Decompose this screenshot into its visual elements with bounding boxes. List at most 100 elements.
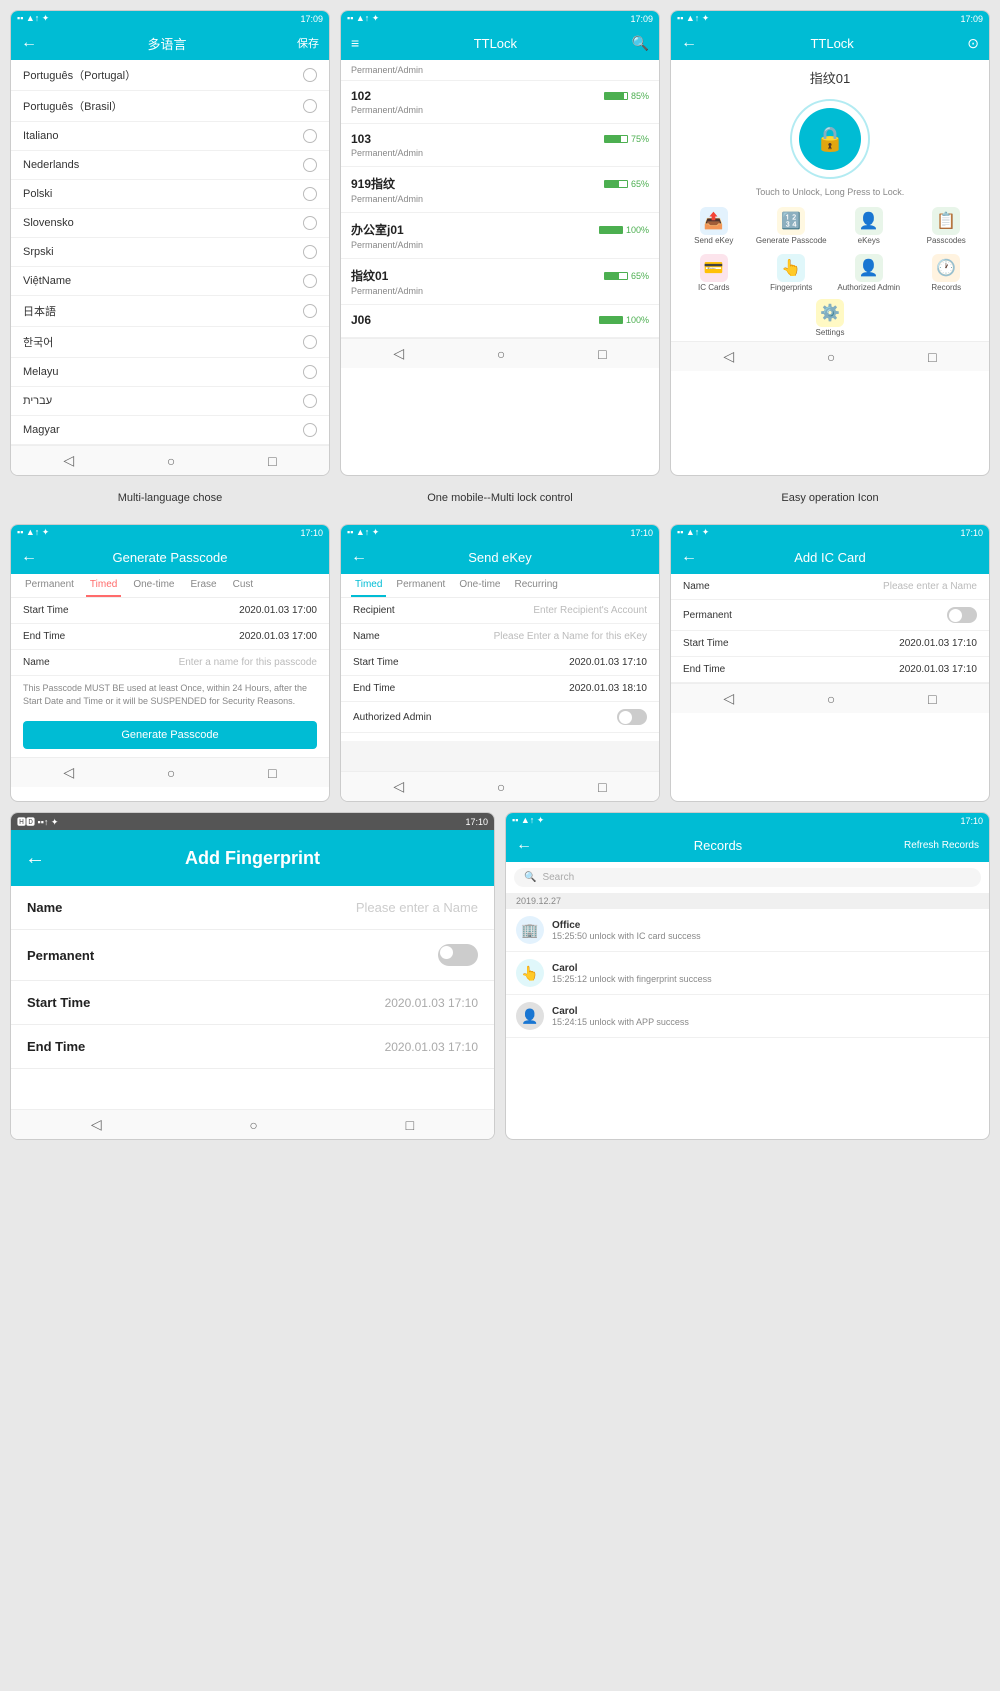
- record-item-office[interactable]: 🏢 Office 15:25:50 unlock with IC card su…: [506, 909, 989, 952]
- home-nav-icon[interactable]: ○: [167, 453, 175, 469]
- ic-permanent-toggle[interactable]: [947, 607, 977, 623]
- fp-start-time-row: Start Time 2020.01.03 17:10: [11, 981, 494, 1025]
- authorized-admin-button[interactable]: 👤 Authorized Admin: [832, 254, 906, 293]
- back-nav-icon[interactable]: ◁: [393, 345, 404, 362]
- home-nav-icon[interactable]: ○: [827, 691, 835, 707]
- list-item[interactable]: 日本語: [11, 296, 329, 327]
- tab-cust[interactable]: Cust: [229, 574, 258, 597]
- lock-circle-container[interactable]: 🔒: [671, 91, 989, 187]
- radio-button[interactable]: [303, 99, 317, 113]
- lock-icon[interactable]: 🔒: [799, 108, 861, 170]
- back-icon[interactable]: ←: [681, 548, 697, 566]
- fp-permanent-toggle[interactable]: [438, 944, 478, 966]
- tab-onetime[interactable]: One-time: [129, 574, 178, 597]
- tab-permanent[interactable]: Permanent: [21, 574, 78, 597]
- recent-nav-icon[interactable]: □: [268, 765, 276, 781]
- back-nav-icon[interactable]: ◁: [723, 348, 734, 365]
- list-item[interactable]: 한국어: [11, 327, 329, 358]
- list-item[interactable]: Português（Portugal）: [11, 60, 329, 91]
- back-icon[interactable]: ←: [25, 847, 45, 870]
- settings-icon[interactable]: ⊙: [967, 35, 979, 52]
- back-nav-icon[interactable]: ◁: [63, 452, 74, 469]
- list-item[interactable]: 指纹01 65% Permanent/Admin: [341, 259, 659, 305]
- send-ekey-button[interactable]: 📤 Send eKey: [677, 207, 751, 246]
- list-item[interactable]: 办公室j01 100% Permanent/Admin: [341, 213, 659, 259]
- list-item[interactable]: Srpski: [11, 238, 329, 267]
- list-item[interactable]: Nederlands: [11, 151, 329, 180]
- tab-timed[interactable]: Timed: [351, 574, 386, 597]
- radio-button[interactable]: [303, 274, 317, 288]
- recent-nav-icon[interactable]: □: [928, 691, 936, 707]
- recent-nav-icon[interactable]: □: [268, 453, 276, 469]
- radio-button[interactable]: [303, 335, 317, 349]
- back-nav-icon[interactable]: ◁: [723, 690, 734, 707]
- list-item[interactable]: ViệtName: [11, 267, 329, 296]
- radio-button[interactable]: [303, 365, 317, 379]
- tab-timed[interactable]: Timed: [86, 574, 121, 597]
- save-button[interactable]: 保存: [297, 35, 319, 51]
- tab-onetime[interactable]: One-time: [455, 574, 504, 597]
- recent-nav-icon[interactable]: □: [406, 1117, 414, 1133]
- record-item-carol-fp[interactable]: 👆 Carol 15:25:12 unlock with fingerprint…: [506, 952, 989, 995]
- tab-recurring[interactable]: Recurring: [510, 574, 561, 597]
- list-item[interactable]: 919指纹 65% Permanent/Admin: [341, 167, 659, 213]
- nav-bar-3: ◁ ○ □: [671, 341, 989, 371]
- list-item[interactable]: Magyar: [11, 416, 329, 445]
- back-nav-icon[interactable]: ◁: [91, 1116, 102, 1133]
- list-item[interactable]: Italiano: [11, 122, 329, 151]
- list-item[interactable]: עברית: [11, 387, 329, 416]
- passcodes-icon: 📋: [932, 207, 960, 235]
- record-item-carol-app[interactable]: 👤 Carol 15:24:15 unlock with APP success: [506, 995, 989, 1038]
- home-nav-icon[interactable]: ○: [167, 765, 175, 781]
- ekeys-button[interactable]: 👤 eKeys: [832, 207, 906, 246]
- generate-passcode-button[interactable]: 🔢 Generate Passcode: [755, 207, 829, 246]
- passcodes-button[interactable]: 📋 Passcodes: [910, 207, 984, 246]
- radio-button[interactable]: [303, 187, 317, 201]
- generate-passcode-button[interactable]: Generate Passcode: [23, 721, 317, 749]
- recent-nav-icon[interactable]: □: [928, 349, 936, 365]
- back-icon[interactable]: ←: [351, 548, 367, 566]
- settings-button[interactable]: ⚙️ Settings: [816, 299, 845, 338]
- tab-permanent[interactable]: Permanent: [392, 574, 449, 597]
- radio-button[interactable]: [303, 158, 317, 172]
- radio-button[interactable]: [303, 68, 317, 82]
- radio-button[interactable]: [303, 216, 317, 230]
- back-nav-icon[interactable]: ◁: [63, 764, 74, 781]
- back-icon[interactable]: ←: [21, 34, 37, 52]
- home-nav-icon[interactable]: ○: [827, 349, 835, 365]
- status-bar-3: ▪▪ ▲↑ ✦ 17:09: [671, 11, 989, 26]
- back-nav-icon[interactable]: ◁: [393, 778, 404, 795]
- fingerprints-button[interactable]: 👆 Fingerprints: [755, 254, 829, 293]
- recent-nav-icon[interactable]: □: [598, 346, 606, 362]
- list-item[interactable]: Slovensko: [11, 209, 329, 238]
- radio-button[interactable]: [303, 423, 317, 437]
- recent-nav-icon[interactable]: □: [598, 779, 606, 795]
- list-item[interactable]: Português（Brasil）: [11, 91, 329, 122]
- radio-button[interactable]: [303, 304, 317, 318]
- back-icon[interactable]: ←: [516, 836, 532, 854]
- back-icon[interactable]: ←: [21, 548, 37, 566]
- list-item[interactable]: 103 75% Permanent/Admin: [341, 124, 659, 167]
- lock-list-screen: ▪▪ ▲↑ ✦ 17:09 ≡ TTLock 🔍 Permanent/Admin…: [340, 10, 660, 476]
- home-nav-icon[interactable]: ○: [497, 779, 505, 795]
- send-ekey-screen: ▪▪ ▲↑ ✦ 17:10 ← Send eKey Timed Permanen…: [340, 524, 660, 802]
- home-nav-icon[interactable]: ○: [497, 346, 505, 362]
- search-icon[interactable]: 🔍: [632, 35, 649, 52]
- list-item[interactable]: J06 100%: [341, 305, 659, 338]
- search-bar[interactable]: 🔍 Search: [514, 868, 981, 887]
- nav-bar-7: ◁ ○ □: [11, 1109, 494, 1139]
- tab-erase[interactable]: Erase: [186, 574, 220, 597]
- radio-button[interactable]: [303, 245, 317, 259]
- records-button[interactable]: 🕐 Records: [910, 254, 984, 293]
- menu-icon[interactable]: ≡: [351, 35, 359, 51]
- ic-cards-button[interactable]: 💳 IC Cards: [677, 254, 751, 293]
- authorized-admin-toggle[interactable]: [617, 709, 647, 725]
- back-icon[interactable]: ←: [681, 34, 697, 52]
- home-nav-icon[interactable]: ○: [249, 1117, 257, 1133]
- list-item[interactable]: Melayu: [11, 358, 329, 387]
- radio-button[interactable]: [303, 129, 317, 143]
- refresh-records-button[interactable]: Refresh Records: [904, 840, 979, 851]
- list-item[interactable]: 102 85% Permanent/Admin: [341, 81, 659, 124]
- list-item[interactable]: Polski: [11, 180, 329, 209]
- radio-button[interactable]: [303, 394, 317, 408]
